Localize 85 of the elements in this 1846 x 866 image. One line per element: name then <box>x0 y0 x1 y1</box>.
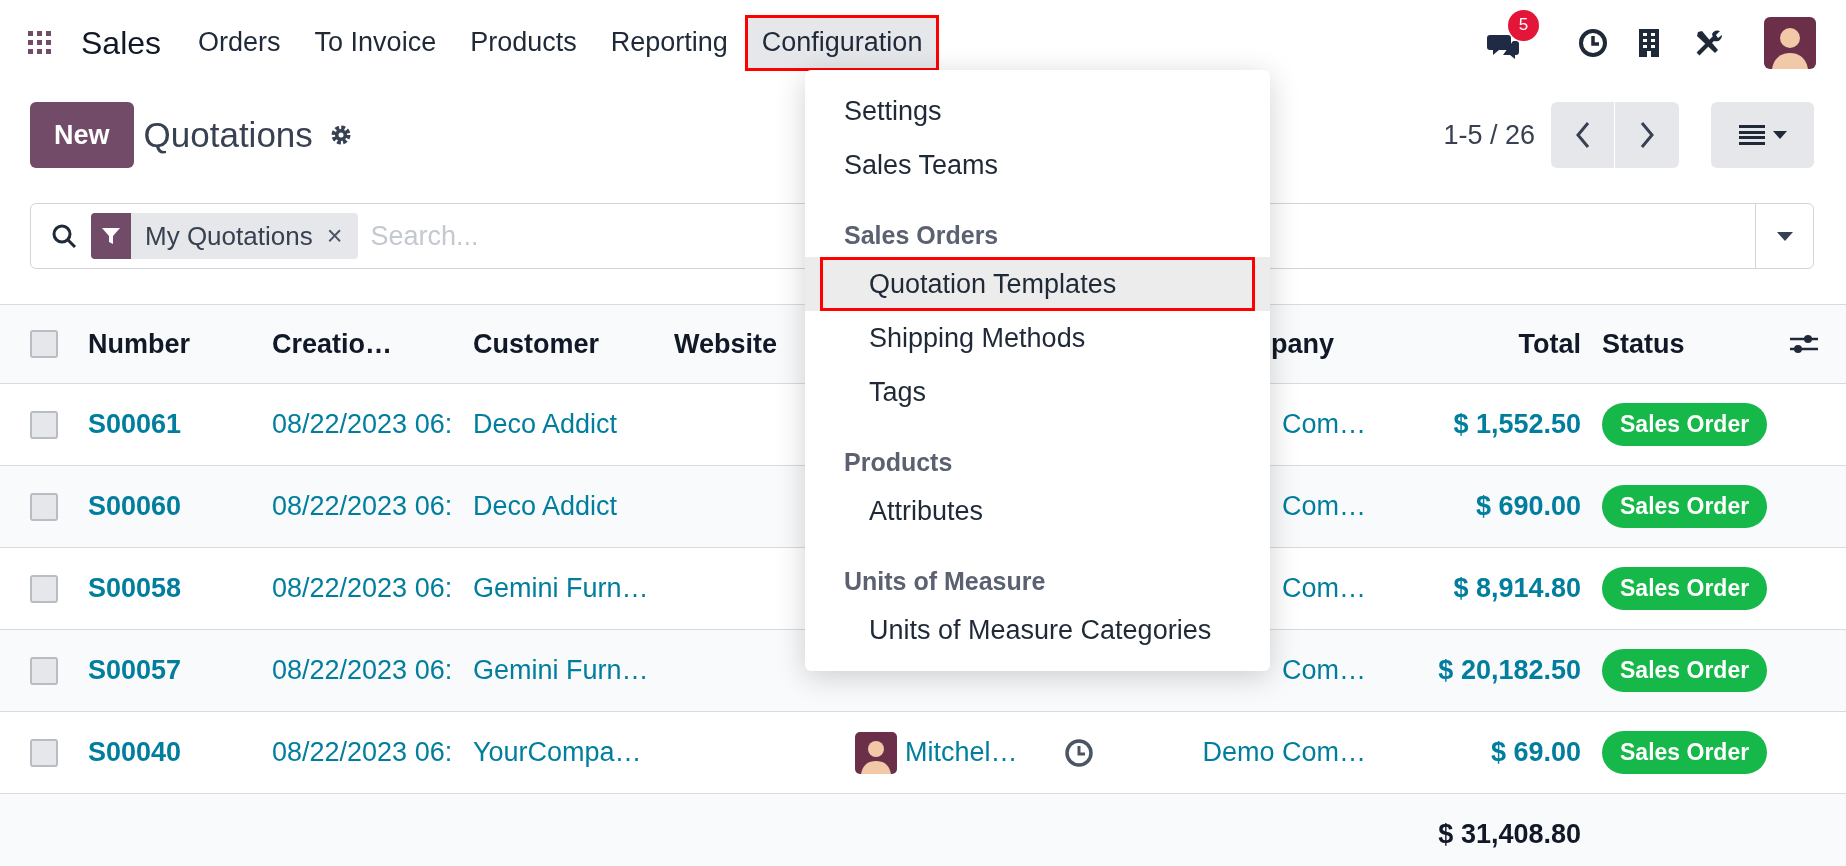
app-name[interactable]: Sales <box>81 18 162 67</box>
column-header[interactable]: Website <box>674 328 778 359</box>
chevron-left-icon <box>1574 121 1591 149</box>
dropdown-item[interactable]: Sales Teams <box>805 138 1270 192</box>
filter-icon <box>102 227 120 245</box>
dropdown-item[interactable]: Attributes <box>805 484 1270 538</box>
menu-item[interactable]: Products <box>453 14 594 71</box>
total-amount[interactable]: $ 1,552.50 <box>1453 409 1581 440</box>
grand-total: $ 31,408.80 <box>1438 818 1581 849</box>
status-badge: Sales Order <box>1602 649 1768 692</box>
checkbox[interactable] <box>30 410 58 439</box>
menu-section-header: Products <box>843 447 954 479</box>
caret-icon <box>1776 231 1793 241</box>
column-header[interactable]: Creatio… <box>272 328 393 359</box>
column-header[interactable]: Status <box>1602 328 1685 359</box>
dropdown-item[interactable]: Quotation Templates <box>820 257 1255 311</box>
status-badge: Sales Order <box>1602 485 1768 528</box>
menu-item[interactable]: Configuration <box>744 14 940 71</box>
order-number-link[interactable]: S00040 <box>88 737 182 768</box>
checkbox[interactable] <box>30 330 58 358</box>
status-badge: Sales Order <box>1602 403 1768 446</box>
status-badge: Sales Order <box>1602 567 1768 610</box>
total-amount[interactable]: $ 8,914.80 <box>1453 573 1581 604</box>
clock-icon <box>1578 27 1608 58</box>
column-header[interactable]: Total <box>1518 328 1581 359</box>
creation-date-text[interactable]: 08/22/2023 06: <box>272 655 453 686</box>
checkbox[interactable] <box>30 738 58 767</box>
checkbox[interactable] <box>30 492 58 521</box>
customer-link[interactable]: Gemini Furn… <box>473 655 649 686</box>
creation-date-text[interactable]: 08/22/2023 06: <box>272 491 453 522</box>
view-switcher-button[interactable] <box>1711 102 1814 168</box>
filter-facet[interactable]: My Quotations × <box>91 213 359 259</box>
company-link[interactable]: Com… <box>1282 409 1366 440</box>
next-button[interactable] <box>1615 102 1679 168</box>
company-link[interactable]: Com… <box>1282 491 1366 522</box>
caret-icon <box>1772 131 1787 139</box>
menu-item[interactable]: Orders <box>181 14 298 71</box>
creation-date-text[interactable]: 08/22/2023 06: <box>272 737 453 768</box>
order-number-link[interactable]: S00061 <box>88 409 182 440</box>
menu-item[interactable]: Reporting <box>593 14 745 71</box>
tools-icon <box>1694 27 1724 58</box>
apps-menu-icon <box>28 31 51 54</box>
facet-label: My Quotations <box>144 219 314 253</box>
column-header[interactable]: pany <box>1271 328 1335 359</box>
menu-item[interactable]: To Invoice <box>297 14 454 71</box>
notification-badge: 5 <box>1508 9 1539 41</box>
dropdown-item[interactable]: Units of Measure Categories <box>805 603 1270 657</box>
menu-section-header: Sales Orders <box>843 220 1000 252</box>
order-number-link[interactable]: S00057 <box>88 655 182 686</box>
chevron-right-icon <box>1639 121 1655 149</box>
pager-text: 1-5 / 26 <box>1443 118 1535 152</box>
customer-link[interactable]: Deco Addict <box>473 491 618 522</box>
total-amount[interactable]: $ 69.00 <box>1490 737 1581 768</box>
salesperson-link[interactable]: Mitchel… <box>905 732 1018 773</box>
remove-facet-button[interactable]: × <box>326 215 359 257</box>
customer-link[interactable]: Deco Addict <box>473 409 618 440</box>
new-button[interactable]: New <box>30 102 134 168</box>
building-icon <box>1638 27 1660 58</box>
menu-section-header: Units of Measure <box>843 566 1047 598</box>
order-number-link[interactable]: S00060 <box>88 491 182 522</box>
user-avatar <box>855 731 897 774</box>
column-header[interactable]: Number <box>88 328 190 359</box>
status-badge: Sales Order <box>1602 731 1768 774</box>
creation-date-text[interactable]: 08/22/2023 06: <box>272 573 453 604</box>
company-link[interactable]: Com… <box>1282 655 1366 686</box>
column-settings-icon <box>1790 332 1818 356</box>
user-avatar <box>1764 16 1816 69</box>
column-header[interactable]: Customer <box>473 328 600 359</box>
dropdown-item[interactable]: Shipping Methods <box>805 311 1270 365</box>
customer-link[interactable]: YourCompa… <box>473 737 642 768</box>
creation-date-text[interactable]: 08/22/2023 06: <box>272 409 453 440</box>
customer-link[interactable]: Gemini Furn… <box>473 573 649 604</box>
order-number-link[interactable]: S00058 <box>88 573 182 604</box>
checkbox[interactable] <box>30 574 58 603</box>
checkbox[interactable] <box>30 656 58 685</box>
total-amount[interactable]: $ 20,182.50 <box>1438 655 1581 686</box>
total-amount[interactable]: $ 690.00 <box>1475 491 1581 522</box>
company-link[interactable]: Com… <box>1282 573 1366 604</box>
page-title: Quotations <box>143 113 313 156</box>
previous-button[interactable] <box>1551 102 1615 168</box>
dropdown-item[interactable]: Tags <box>805 365 1270 419</box>
list-view-icon <box>1738 125 1765 145</box>
company-link[interactable]: Demo Com… <box>1202 737 1366 768</box>
search-icon <box>51 223 77 249</box>
dropdown-item[interactable]: Settings <box>805 84 1270 138</box>
